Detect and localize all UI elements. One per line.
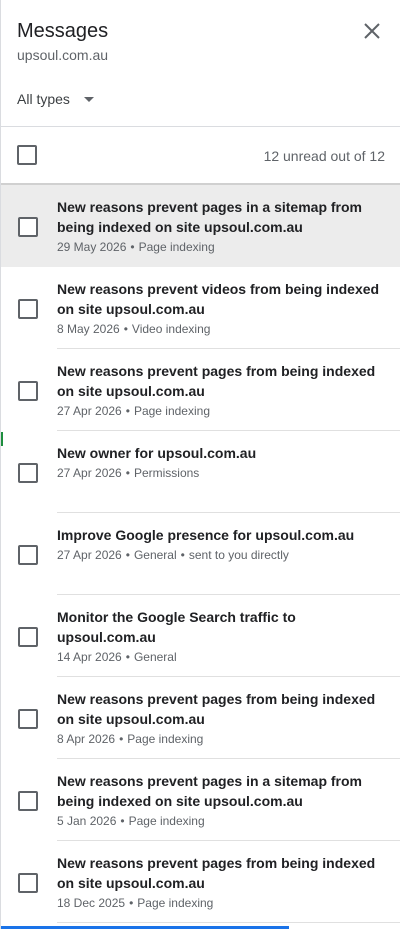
separator-dot: • [125,548,130,562]
separator-dot: • [125,650,130,664]
message-date: 8 Apr 2026 [57,732,116,746]
message-list: New reasons prevent pages in a sitemap f… [1,183,400,923]
message-item[interactable]: New reasons prevent pages in a sitemap f… [1,185,400,267]
close-button[interactable] [360,19,384,43]
message-title: New owner for upsoul.com.au [57,445,257,461]
message-meta: 29 May 2026 • Page indexing [57,240,400,254]
type-filter-dropdown[interactable]: All types [17,91,94,107]
message-item[interactable]: New reasons prevent pages from being ind… [1,349,400,431]
message-checkbox[interactable] [18,791,38,811]
message-content: Improve Google presence for upsoul.com.a… [57,525,400,595]
separator-dot: • [180,548,185,562]
message-category: Permissions [133,466,200,480]
unread-count: 12 unread out of 12 [263,148,385,164]
panel-title: Messages [17,20,109,42]
message-checkbox[interactable] [18,217,38,237]
message-title: New reasons prevent pages from being ind… [57,855,376,891]
separator-dot: • [119,732,124,746]
filter-bar: All types [1,82,400,126]
separator-dot: • [125,466,130,480]
message-content: New reasons prevent pages from being ind… [57,361,400,431]
message-item[interactable]: Monitor the Google Search traffic to ups… [1,595,400,677]
message-title: Improve Google presence for upsoul.com.a… [57,527,355,543]
message-category: Page indexing [133,404,210,418]
message-date: 27 Apr 2026 [57,548,122,562]
message-title: Monitor the Google Search traffic to ups… [57,609,296,645]
message-content: New owner for upsoul.com.au 27 Apr 2026 • P… [57,443,400,513]
message-checkbox[interactable] [18,463,38,483]
message-item[interactable]: New owner for upsoul.com.au 27 Apr 2026 • P… [1,431,400,513]
message-title: New reasons prevent pages from being ind… [57,363,376,399]
message-category: Page indexing [128,814,205,828]
message-meta: 27 Apr 2026 • Page indexing [57,404,400,418]
message-meta: 5 Jan 2026 • Page indexing [57,814,400,828]
message-item[interactable]: New reasons prevent videos from being in… [1,267,400,349]
message-item[interactable]: New reasons prevent pages in a sitemap f… [1,759,400,841]
message-category: Page indexing [137,896,214,910]
message-item[interactable]: New reasons prevent pages from being ind… [1,677,400,759]
close-icon [364,23,380,39]
message-checkbox[interactable] [18,381,38,401]
arrow-drop-down-icon [83,96,94,102]
message-title: New reasons prevent videos from being in… [57,281,380,317]
select-all-checkbox[interactable] [17,145,37,165]
message-category: Page indexing [138,240,215,254]
message-date: 14 Apr 2026 [57,650,122,664]
message-checkbox[interactable] [18,709,38,729]
separator-dot: • [130,240,135,254]
message-content: Monitor the Google Search traffic to ups… [57,607,400,677]
panel-subtitle: upsoul.com.au [17,47,109,63]
message-meta: 27 Apr 2026 • Permissions [57,466,400,480]
message-content: New reasons prevent pages in a sitemap f… [57,771,400,841]
message-meta: 18 Dec 2025 • Page indexing [57,896,400,910]
message-content: New reasons prevent pages from being ind… [57,853,400,923]
edge-marker [1,432,3,446]
message-date: 5 Jan 2026 [57,814,117,828]
message-checkbox[interactable] [18,627,38,647]
message-date: 8 May 2026 [57,322,120,336]
message-checkbox[interactable] [18,545,38,565]
message-meta: 14 Apr 2026 • General [57,650,400,664]
message-title: New reasons prevent pages in a sitemap f… [57,199,362,235]
separator-dot: • [120,814,125,828]
message-checkbox[interactable] [18,873,38,893]
message-date: 27 Apr 2026 [57,466,122,480]
message-meta: 8 Apr 2026 • Page indexing [57,732,400,746]
message-item[interactable]: Improve Google presence for upsoul.com.a… [1,513,400,595]
message-content: New reasons prevent videos from being in… [57,279,400,349]
message-category: General [133,548,177,562]
messages-panel: Messages upsoul.com.au All types 12 unre… [0,0,400,929]
type-filter-label: All types [17,91,70,107]
message-title: New reasons prevent pages in a sitemap f… [57,773,362,809]
separator-dot: • [129,896,134,910]
message-category: Page indexing [127,732,204,746]
separator-dot: • [125,404,130,418]
message-date: 18 Dec 2025 [57,896,126,910]
message-content: New reasons prevent pages from being ind… [57,689,400,759]
message-category: General [133,650,177,664]
select-all-row: 12 unread out of 12 [1,127,400,183]
message-item[interactable]: New reasons prevent pages from being ind… [1,841,400,923]
message-meta: 8 May 2026 • Video indexing [57,322,400,336]
message-date: 27 Apr 2026 [57,404,122,418]
message-content: New reasons prevent pages in a sitemap f… [57,197,400,267]
message-title: New reasons prevent pages from being ind… [57,691,376,727]
message-date: 29 May 2026 [57,240,127,254]
message-checkbox[interactable] [18,299,38,319]
separator-dot: • [123,322,128,336]
panel-header: Messages upsoul.com.au [1,0,400,82]
message-extra: sent to you directly [188,548,289,562]
message-category: Video indexing [131,322,211,336]
message-meta: 27 Apr 2026 • General • sent to you directly [57,548,400,562]
